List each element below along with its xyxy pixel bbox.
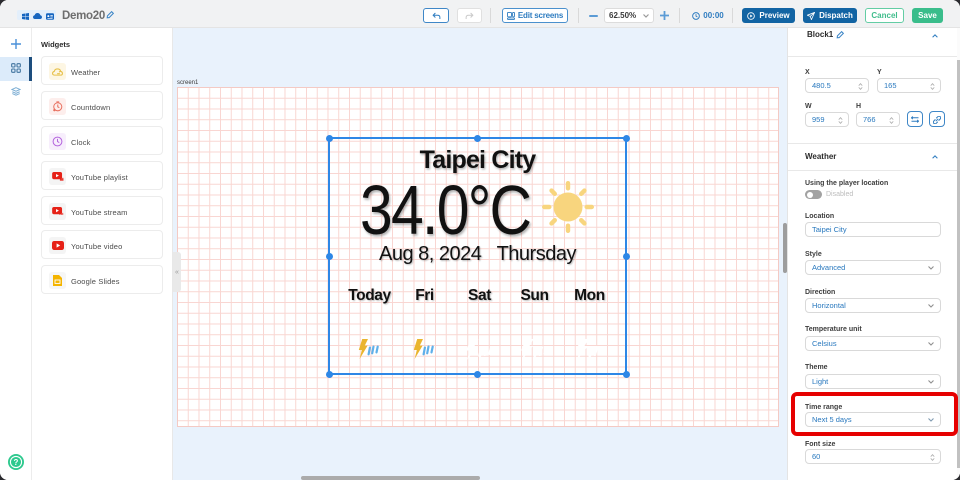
svg-text:?: ? <box>14 458 19 467</box>
